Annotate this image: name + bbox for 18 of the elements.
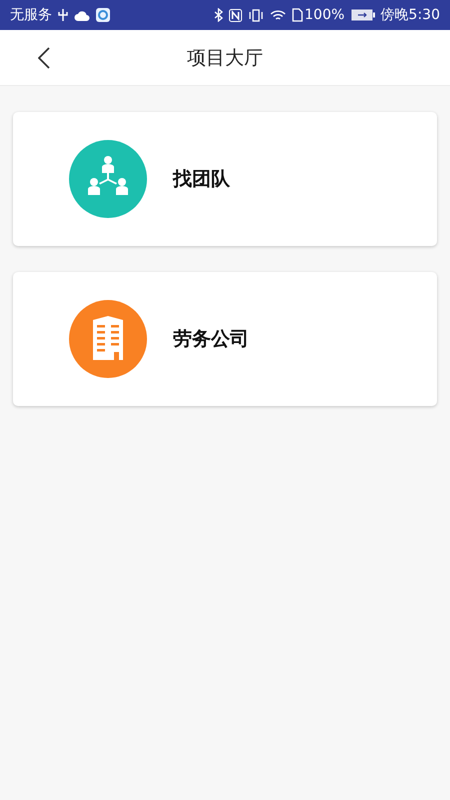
bluetooth-icon [214, 8, 223, 22]
vibrate-icon [248, 8, 264, 22]
card-label: 劳务公司 [173, 327, 249, 352]
back-icon [38, 47, 50, 69]
category-card[interactable]: 劳务公司 [13, 272, 437, 406]
nfc-icon [228, 8, 242, 22]
battery-percent: 100% [304, 7, 345, 23]
battery-icon [350, 9, 375, 21]
usb-icon [58, 8, 68, 22]
card-label: 找团队 [173, 167, 230, 192]
clock-time: 傍晚5:30 [380, 6, 440, 24]
category-card[interactable]: 找团队 [13, 112, 437, 246]
carrier-text: 无服务 [10, 6, 52, 24]
page-title: 项目大厅 [187, 46, 263, 70]
wifi-icon [270, 8, 286, 22]
cloud-icon [74, 10, 90, 20]
app-icon [96, 8, 110, 22]
sim-icon [292, 8, 303, 22]
